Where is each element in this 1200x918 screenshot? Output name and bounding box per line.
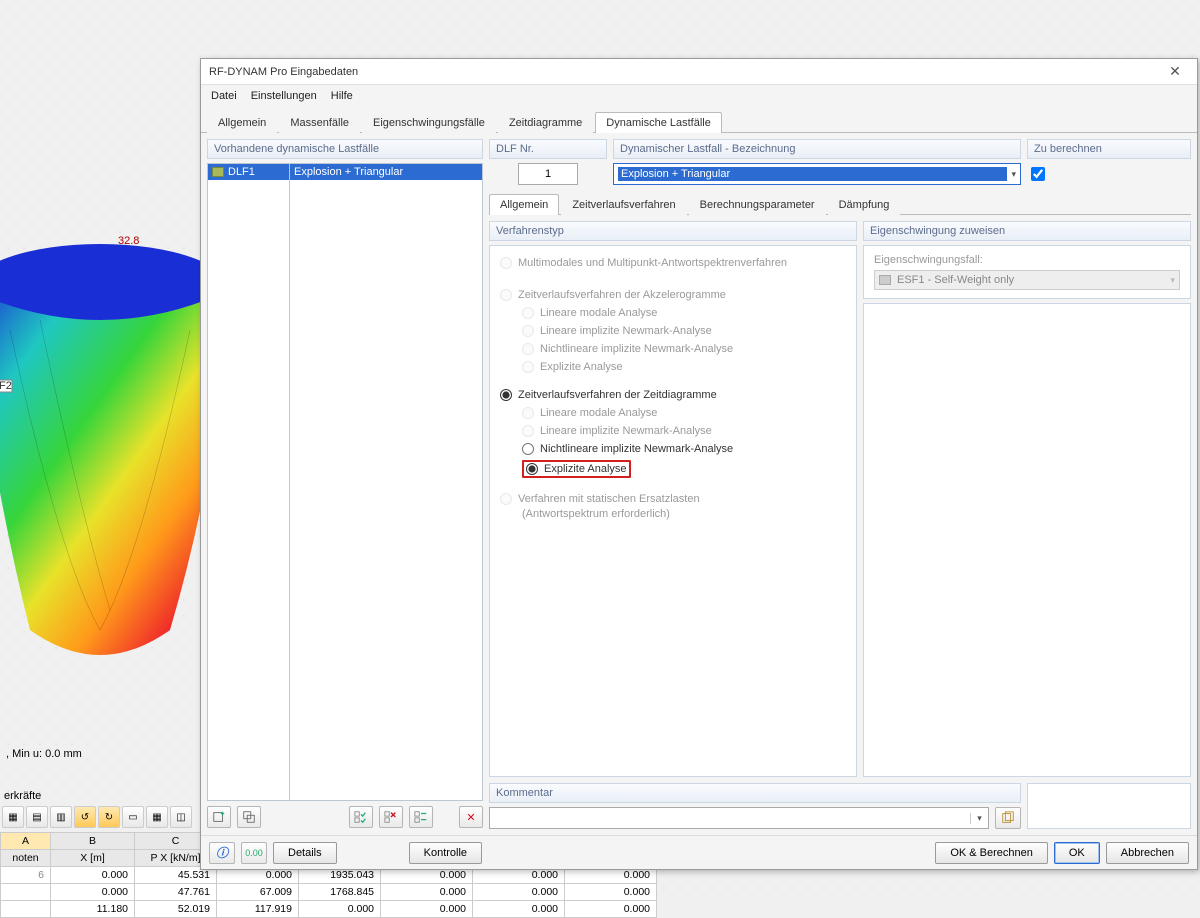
kontrolle-button[interactable]: Kontrolle <box>409 842 482 864</box>
subtab-allgemein[interactable]: Allgemein <box>489 194 559 215</box>
bg-panel-label: erkräfte <box>4 790 41 802</box>
renumber-button[interactable] <box>409 806 433 828</box>
colhead-A[interactable]: A <box>1 833 51 850</box>
subtab-zeitverlauf[interactable]: Zeitverlaufsverfahren <box>561 194 686 215</box>
help-button[interactable]: ⓘ <box>209 842 235 864</box>
bg-toolbar: ▦ ▤ ▥ ↺ ↻ ▭ ▦ ◫ <box>2 806 192 828</box>
proc-title: Verfahrenstyp <box>489 221 857 241</box>
dialog-rf-dynam: RF-DYNAM Pro Eingabedaten ✕ Datei Einste… <box>200 58 1198 870</box>
menu-datei[interactable]: Datei <box>211 90 237 102</box>
col-x: X [m] <box>51 850 135 867</box>
menubar: Datei Einstellungen Hilfe <box>201 85 1197 107</box>
colhead-B[interactable]: B <box>51 833 135 850</box>
radio-static: Verfahren mit statischen Ersatzlasten <box>500 490 846 508</box>
sub-tabs: Allgemein Zeitverlaufsverfahren Berechnu… <box>489 191 1191 215</box>
ok-berechnen-button[interactable]: OK & Berechnen <box>935 842 1048 864</box>
chk-label: Zu berechnen <box>1027 139 1191 159</box>
bg-tool-3[interactable]: ▥ <box>50 806 72 828</box>
radio-td-explicit[interactable] <box>526 463 538 475</box>
chevron-down-icon: ▾ <box>1007 169 1016 180</box>
eigencase-select: ESF1 - Self-Weight only ▾ <box>874 270 1180 290</box>
svg-text:32.8: 32.8 <box>118 235 139 247</box>
delete-button[interactable]: ✕ <box>459 806 483 828</box>
new-item-button[interactable] <box>207 806 231 828</box>
radio-accel-linnewmark: Lineare implizite Newmark-Analyse <box>500 322 846 340</box>
menu-einstellungen[interactable]: Einstellungen <box>251 90 317 102</box>
close-icon[interactable]: ✕ <box>1161 63 1189 80</box>
menu-hilfe[interactable]: Hilfe <box>331 90 353 102</box>
copy-item-button[interactable] <box>237 806 261 828</box>
details-button[interactable]: Details <box>273 842 337 864</box>
color-swatch-icon <box>879 275 891 285</box>
to-calculate-checkbox[interactable] <box>1031 167 1045 181</box>
cancel-button[interactable]: Abbrechen <box>1106 842 1189 864</box>
check-all-button[interactable] <box>349 806 373 828</box>
assign-field-label: Eigenschwingungsfall: <box>874 254 1180 266</box>
bg-tool-6[interactable]: ▭ <box>122 806 144 828</box>
dlf-number-input[interactable] <box>518 163 578 185</box>
main-tabs: Allgemein Massenfälle Eigenschwingungsfä… <box>201 107 1197 133</box>
uncheck-all-button[interactable] <box>379 806 403 828</box>
procedure-group: Multimodales und Multipunkt-Antwortspekt… <box>489 245 857 777</box>
bg-tool-1[interactable]: ▦ <box>2 806 24 828</box>
assign-empty-group <box>863 303 1191 777</box>
radio-accel-explicit: Explizite Analyse <box>500 358 846 376</box>
subtab-berechnung[interactable]: Berechnungsparameter <box>689 194 826 215</box>
description-value: Explosion + Triangular <box>618 167 1007 181</box>
description-combo[interactable]: Explosion + Triangular ▾ <box>613 163 1021 185</box>
comment-sidebox <box>1027 783 1191 829</box>
radio-accel-linmodal: Lineare modale Analyse <box>500 304 846 322</box>
left-panel-title: Vorhandene dynamische Lastfälle <box>207 139 483 159</box>
radio-td-nonlinnewmark[interactable]: Nichtlineare implizite Newmark-Analyse <box>500 440 846 458</box>
comment-label: Kommentar <box>489 783 1021 803</box>
subtab-daempfung[interactable]: Dämpfung <box>828 194 901 215</box>
highlight-explicit: Explizite Analyse <box>522 460 631 478</box>
rowhead-6[interactable]: 6 <box>1 867 51 884</box>
static-note: (Antwortspektrum erforderlich) <box>500 508 846 520</box>
color-swatch-icon <box>212 167 224 177</box>
dialog-title: RF-DYNAM Pro Eingabedaten <box>209 66 1161 78</box>
assign-title: Eigenschwingung zuweisen <box>863 221 1191 241</box>
tab-zeitdiagramme[interactable]: Zeitdiagramme <box>498 112 593 133</box>
assign-group: Eigenschwingungsfall: ESF1 - Self-Weight… <box>863 245 1191 299</box>
chevron-down-icon: ▾ <box>1170 275 1175 286</box>
list-item-label[interactable]: Explosion + Triangular <box>290 164 482 180</box>
model-viewport: 28.9 32.8 F2 <box>0 210 230 670</box>
radio-td-linnewmark: Lineare implizite Newmark-Analyse <box>500 422 846 440</box>
bg-tool-5[interactable]: ↻ <box>98 806 120 828</box>
chevron-down-icon: ▾ <box>970 813 988 824</box>
tab-eigenschwingung[interactable]: Eigenschwingungsfälle <box>362 112 496 133</box>
bg-tool-4[interactable]: ↺ <box>74 806 96 828</box>
status-min-u: , Min u: 0.0 mm <box>4 746 84 762</box>
num-label: DLF Nr. <box>489 139 607 159</box>
bg-tool-2[interactable]: ▤ <box>26 806 48 828</box>
tab-allgemein[interactable]: Allgemein <box>207 112 277 133</box>
radio-multimodal: Multimodales und Multipunkt-Antwortspekt… <box>500 254 846 272</box>
tab-massenfaelle[interactable]: Massenfälle <box>279 112 360 133</box>
bg-tool-8[interactable]: ◫ <box>170 806 192 828</box>
radio-accel: Zeitverlaufsverfahren der Akzelerogramme <box>500 286 846 304</box>
tab-dynamische-lastfaelle[interactable]: Dynamische Lastfälle <box>595 112 722 133</box>
titlebar: RF-DYNAM Pro Eingabedaten ✕ <box>201 59 1197 85</box>
ok-button[interactable]: OK <box>1054 842 1100 864</box>
list-item-id[interactable]: DLF1 <box>208 164 289 180</box>
radio-td-linmodal: Lineare modale Analyse <box>500 404 846 422</box>
radio-accel-nonlinnewmark: Nichtlineare implizite Newmark-Analyse <box>500 340 846 358</box>
radio-timediag[interactable]: Zeitverlaufsverfahren der Zeitdiagramme <box>500 386 846 404</box>
dialog-footer: ⓘ 0.00 Details Kontrolle OK & Berechnen … <box>201 835 1197 869</box>
units-button[interactable]: 0.00 <box>241 842 267 864</box>
comment-input[interactable]: ▾ <box>489 807 989 829</box>
comment-pick-button[interactable] <box>995 807 1021 829</box>
loadcase-list[interactable]: DLF1 Explosion + Triangular <box>207 163 483 801</box>
bg-tool-7[interactable]: ▦ <box>146 806 168 828</box>
svg-text:F2: F2 <box>0 380 12 392</box>
desc-label: Dynamischer Lastfall - Bezeichnung <box>613 139 1021 159</box>
col-noten: noten <box>1 850 51 867</box>
